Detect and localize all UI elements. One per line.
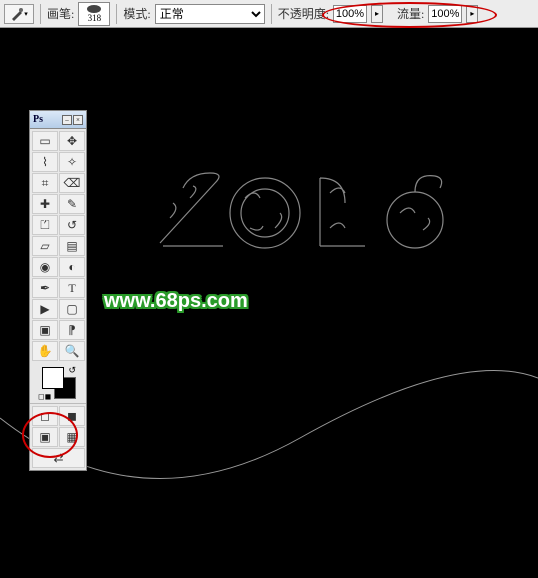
quickmask-on-icon[interactable]: ◼ (59, 406, 85, 426)
blend-mode-select[interactable]: 正常 (155, 4, 265, 24)
crop-icon[interactable]: ⌗ (32, 173, 58, 193)
brush-label: 画笔: (47, 5, 74, 22)
dodge-icon[interactable]: ◐ (59, 257, 85, 277)
flow-input[interactable] (428, 5, 462, 23)
lasso-icon[interactable]: ⌇ (32, 152, 58, 172)
swap-colors-icon[interactable]: ↺ (68, 365, 76, 376)
ps-logo-icon: Ps (33, 114, 43, 125)
opacity-label: 不透明度: (278, 5, 329, 22)
shape-icon[interactable]: ▢ (59, 299, 85, 319)
brush-size-value: 318 (88, 13, 102, 23)
minimize-icon[interactable]: – (62, 115, 72, 125)
type-icon[interactable]: T (59, 278, 85, 298)
brush-icon[interactable]: ✎ (59, 194, 85, 214)
watermark-text: www.68ps.com (104, 290, 248, 313)
blur-icon[interactable]: ◉ (32, 257, 58, 277)
magic-wand-icon[interactable]: ✧ (59, 152, 85, 172)
rect-marquee-icon[interactable]: ▭ (32, 131, 58, 151)
divider (40, 4, 41, 24)
current-tool-button[interactable]: ▾ (4, 4, 34, 24)
opacity-flyout[interactable]: ▸ (371, 5, 383, 23)
tools-panel: Ps – × ▭ ✥ ⌇ ✧ ⌗ ⌫ ✚ ✎ ⏍ ↺ ▱ ▤ ◉ ◐ ✒ T ▶… (29, 110, 87, 471)
divider (116, 4, 117, 24)
slice-icon[interactable]: ⌫ (59, 173, 85, 193)
flow-label: 流量: (397, 5, 424, 22)
opacity-input[interactable] (333, 5, 367, 23)
screenmode-std-icon[interactable]: ▣ (32, 427, 58, 447)
brush-preview[interactable]: 318 (78, 2, 110, 26)
history-brush-icon[interactable]: ↺ (59, 215, 85, 235)
gradient-icon[interactable]: ▤ (59, 236, 85, 256)
color-swatches: ↺ ◻◼ (30, 363, 86, 403)
pen-icon[interactable]: ✒ (32, 278, 58, 298)
options-bar: ▾ 画笔: 318 模式: 正常 不透明度: ▸ 流量: ▸ (0, 0, 538, 28)
divider (271, 4, 272, 24)
screen-modes: ◻ ◼ ▣ ▦ ⇄ (30, 403, 86, 470)
move-icon[interactable]: ✥ (59, 131, 85, 151)
eraser-icon[interactable]: ▱ (32, 236, 58, 256)
eyedropper-icon[interactable]: ⁋ (59, 320, 85, 340)
tools-header[interactable]: Ps – × (30, 111, 86, 129)
hand-icon[interactable]: ✋ (32, 341, 58, 361)
imageready-icon[interactable]: ⇄ (32, 448, 85, 468)
close-icon[interactable]: × (73, 115, 83, 125)
stamp-icon[interactable]: ⏍ (32, 215, 58, 235)
tools-grid: ▭ ✥ ⌇ ✧ ⌗ ⌫ ✚ ✎ ⏍ ↺ ▱ ▤ ◉ ◐ ✒ T ▶ ▢ ▣ ⁋ … (30, 129, 86, 363)
healing-icon[interactable]: ✚ (32, 194, 58, 214)
foreground-color[interactable] (42, 367, 64, 389)
zoom-icon[interactable]: 🔍 (59, 341, 85, 361)
quickmask-icon[interactable]: ◻ (32, 406, 58, 426)
flow-flyout[interactable]: ▸ (466, 5, 478, 23)
mode-label: 模式: (123, 5, 150, 22)
screenmode-full-icon[interactable]: ▦ (59, 427, 85, 447)
default-colors-icon[interactable]: ◻◼ (38, 392, 51, 401)
text-art-2016 (145, 158, 465, 268)
notes-icon[interactable]: ▣ (32, 320, 58, 340)
path-select-icon[interactable]: ▶ (32, 299, 58, 319)
